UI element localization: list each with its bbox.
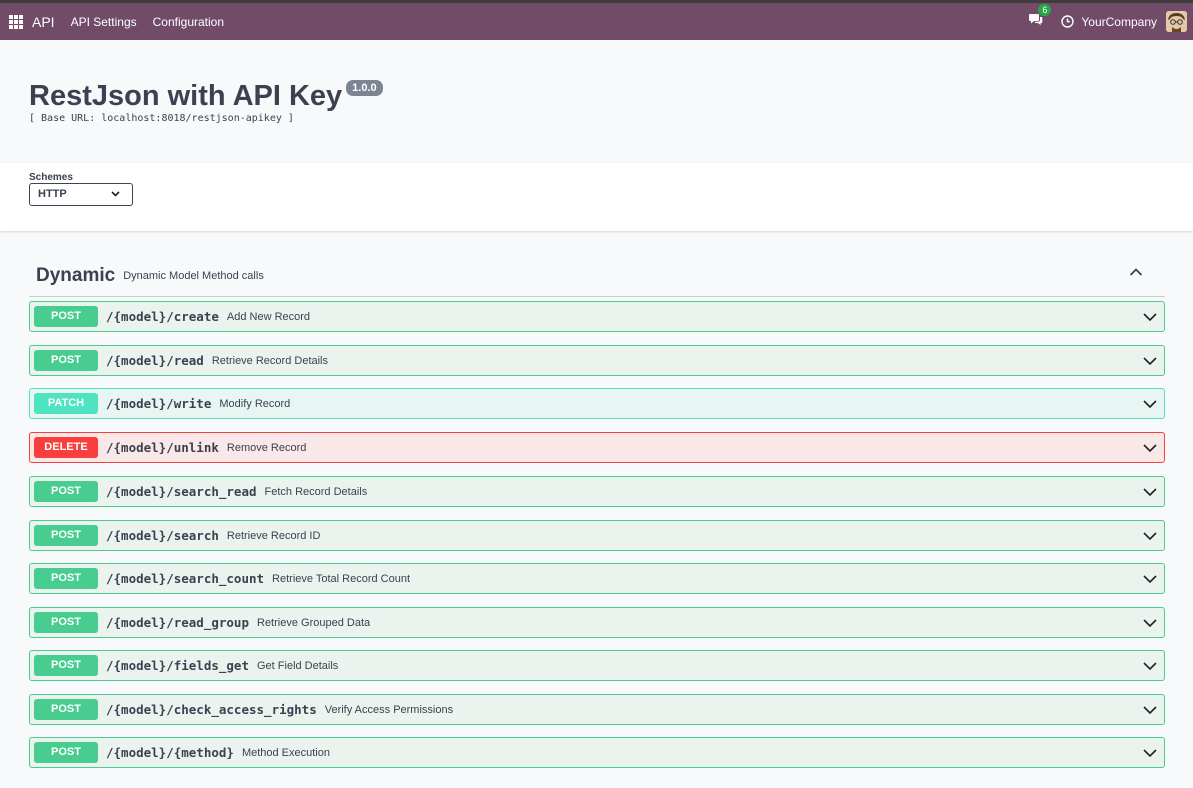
operation-summary: Verify Access Permissions: [324, 703, 454, 716]
operation-row[interactable]: POST /{model}/create Add New Record: [29, 301, 1165, 332]
operation-row[interactable]: PATCH /{model}/write Modify Record: [29, 388, 1165, 419]
chevron-down-icon[interactable]: [1142, 484, 1158, 500]
messages-button[interactable]: 6: [1029, 3, 1052, 31]
chevron-down-icon[interactable]: [1142, 309, 1158, 325]
messages-count-badge: 6: [1038, 3, 1052, 16]
clock-icon: [1061, 15, 1075, 28]
method-badge: POST: [34, 655, 98, 676]
chevron-down-icon[interactable]: [1142, 745, 1158, 761]
operation-summary: Method Execution: [241, 746, 330, 759]
operation-path: /{model}/write: [106, 396, 212, 411]
operation-path: /{model}/unlink: [106, 440, 219, 455]
schemes-select[interactable]: HTTP: [29, 183, 133, 206]
method-badge: DELETE: [34, 437, 98, 458]
app-brand[interactable]: API: [32, 14, 55, 30]
activity-button[interactable]: YourCompany: [1061, 15, 1166, 29]
operation-path: /{model}/search_read: [106, 484, 257, 499]
operation-row[interactable]: POST /{model}/fields_get Get Field Detai…: [29, 650, 1165, 681]
operation-path: /{model}/fields_get: [106, 658, 249, 673]
operation-summary: Remove Record: [226, 441, 307, 454]
chevron-up-icon[interactable]: [1129, 265, 1143, 279]
operation-path: /{model}/read_group: [106, 615, 249, 630]
chevron-down-icon[interactable]: [1142, 396, 1158, 412]
section-title: Dynamic: [36, 265, 116, 286]
operation-row[interactable]: POST /{model}/search_count Retrieve Tota…: [29, 563, 1165, 594]
operation-summary: Retrieve Record ID: [226, 529, 321, 542]
chevron-down-icon[interactable]: [1142, 528, 1158, 544]
method-badge: POST: [34, 742, 98, 763]
method-badge: POST: [34, 481, 98, 502]
version-badge: 1.0.0: [346, 80, 383, 96]
operation-row[interactable]: DELETE /{model}/unlink Remove Record: [29, 432, 1165, 463]
operation-summary: Modify Record: [219, 397, 291, 410]
chevron-down-icon[interactable]: [1142, 702, 1158, 718]
operation-row[interactable]: POST /{model}/read_group Retrieve Groupe…: [29, 607, 1165, 638]
api-info: RestJson with API Key 1.0.0 [ Base URL: …: [29, 79, 383, 124]
operation-row[interactable]: POST /{model}/check_access_rights Verify…: [29, 694, 1165, 725]
operation-row[interactable]: POST /{model}/{method} Method Execution: [29, 737, 1165, 768]
method-badge: POST: [34, 350, 98, 371]
base-url: [ Base URL: localhost:8018/restjson-apik…: [29, 113, 294, 124]
avatar-icon: [1166, 11, 1187, 32]
operation-row[interactable]: POST /{model}/search Retrieve Record ID: [29, 520, 1165, 551]
operation-path: /{model}/check_access_rights: [106, 702, 317, 717]
nav-right-area: 6 YourCompany: [1029, 3, 1193, 40]
chevron-down-icon[interactable]: [1142, 353, 1158, 369]
operation-summary: Fetch Record Details: [264, 485, 368, 498]
chevron-down-icon[interactable]: [1142, 571, 1158, 587]
apps-grid-icon[interactable]: [9, 14, 23, 29]
schemes-label: Schemes: [29, 172, 73, 183]
title-row: RestJson with API Key 1.0.0: [29, 79, 383, 113]
operation-summary: Retrieve Grouped Data: [257, 616, 371, 629]
schemes-section: Schemes HTTP: [0, 163, 1193, 231]
chevron-down-icon[interactable]: [1142, 440, 1158, 456]
chevron-down-icon[interactable]: [1142, 658, 1158, 674]
method-badge: POST: [34, 612, 98, 633]
operation-path: /{model}/search: [106, 528, 219, 543]
operation-path: /{model}/read: [106, 353, 204, 368]
operation-row[interactable]: POST /{model}/read Retrieve Record Detai…: [29, 345, 1165, 376]
section-header-dynamic[interactable]: Dynamic Dynamic Model Method calls: [29, 256, 1165, 297]
method-badge: POST: [34, 525, 98, 546]
method-badge: POST: [34, 306, 98, 327]
section-description: Dynamic Model Method calls: [123, 270, 264, 282]
operation-path: /{model}/{method}: [106, 745, 234, 760]
operation-summary: Retrieve Record Details: [211, 354, 328, 367]
nav-item-configuration[interactable]: Configuration: [145, 15, 232, 29]
operation-path: /{model}/create: [106, 309, 219, 324]
method-badge: POST: [34, 699, 98, 720]
page-title: RestJson with API Key: [29, 80, 343, 112]
company-switcher[interactable]: YourCompany: [1081, 15, 1157, 29]
operation-row[interactable]: POST /{model}/search_read Fetch Record D…: [29, 476, 1165, 507]
method-badge: POST: [34, 568, 98, 589]
top-navbar: API API Settings Configuration 6 YourCom…: [0, 0, 1193, 40]
chevron-down-icon: [111, 191, 120, 197]
method-badge: PATCH: [34, 393, 98, 414]
chevron-down-icon[interactable]: [1142, 615, 1158, 631]
operation-path: /{model}/search_count: [106, 571, 265, 586]
user-avatar[interactable]: [1166, 11, 1187, 32]
operation-summary: Add New Record: [226, 310, 311, 323]
operation-summary: Retrieve Total Record Count: [272, 572, 411, 585]
schemes-selected-value: HTTP: [38, 188, 67, 200]
nav-item-api-settings[interactable]: API Settings: [63, 15, 145, 29]
operation-summary: Get Field Details: [257, 659, 339, 672]
